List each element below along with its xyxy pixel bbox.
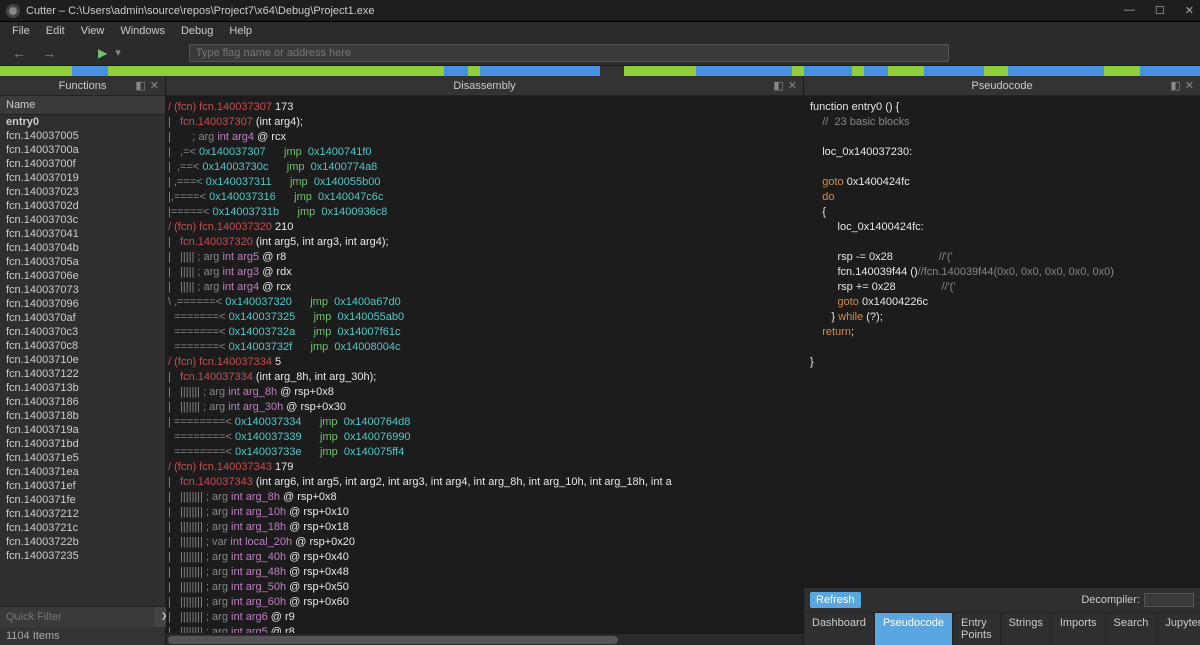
menu-help[interactable]: Help xyxy=(221,25,260,37)
menu-view[interactable]: View xyxy=(73,25,113,37)
detach-icon[interactable]: ◧ xyxy=(773,79,783,92)
function-list-item[interactable]: fcn.14003704b xyxy=(0,241,165,255)
tab-entry-points[interactable]: Entry Points xyxy=(953,613,1001,645)
decompiler-select[interactable] xyxy=(1144,593,1194,607)
navigation-strip[interactable] xyxy=(0,66,1200,76)
minimize-icon[interactable]: — xyxy=(1124,4,1135,17)
close-icon[interactable]: ✕ xyxy=(1185,4,1194,17)
functions-list[interactable]: entry0fcn.140037005fcn.14003700afcn.1400… xyxy=(0,115,165,606)
nav-segment[interactable] xyxy=(624,66,696,76)
disassembly-view[interactable]: / (fcn) fcn.140037307 173 | fcn.14003730… xyxy=(166,96,803,633)
nav-segment[interactable] xyxy=(696,66,792,76)
nav-segment[interactable] xyxy=(888,66,924,76)
function-list-item[interactable]: fcn.1400370c3 xyxy=(0,325,165,339)
function-list-item[interactable]: fcn.14003706e xyxy=(0,269,165,283)
function-list-item[interactable]: fcn.14003710e xyxy=(0,353,165,367)
nav-segment[interactable] xyxy=(1104,66,1140,76)
function-list-item[interactable]: fcn.14003718b xyxy=(0,409,165,423)
menu-file[interactable]: File xyxy=(4,25,38,37)
function-list-item[interactable]: fcn.140037212 xyxy=(0,507,165,521)
function-list-item[interactable]: fcn.1400371ea xyxy=(0,465,165,479)
function-list-item[interactable]: fcn.14003721c xyxy=(0,521,165,535)
function-list-item[interactable]: fcn.140037235 xyxy=(0,549,165,563)
nav-segment[interactable] xyxy=(924,66,984,76)
run-button[interactable]: ▶ xyxy=(98,46,107,60)
maximize-icon[interactable]: ☐ xyxy=(1155,4,1165,17)
nav-segment[interactable] xyxy=(444,66,468,76)
function-list-item[interactable]: fcn.14003702d xyxy=(0,199,165,213)
nav-segment[interactable] xyxy=(804,66,852,76)
tab-jupyter[interactable]: Jupyter xyxy=(1157,613,1200,645)
nav-segment[interactable] xyxy=(0,66,72,76)
detach-icon[interactable]: ◧ xyxy=(1170,79,1180,92)
pseudocode-panel-title: Pseudocode xyxy=(971,80,1032,92)
close-panel-icon[interactable]: ✕ xyxy=(1185,79,1194,92)
nav-segment[interactable] xyxy=(864,66,888,76)
nav-segment[interactable] xyxy=(600,66,624,76)
close-panel-icon[interactable]: ✕ xyxy=(788,79,797,92)
window-title: Cutter – C:\Users\admin\source\repos\Pro… xyxy=(26,5,375,17)
function-list-item[interactable]: fcn.140037122 xyxy=(0,367,165,381)
function-list-item[interactable]: fcn.140037041 xyxy=(0,227,165,241)
horizontal-scrollbar[interactable] xyxy=(166,633,803,645)
menu-edit[interactable]: Edit xyxy=(38,25,73,37)
function-list-item[interactable]: fcn.1400371ef xyxy=(0,479,165,493)
nav-segment[interactable] xyxy=(1140,66,1200,76)
functions-panel-title: Functions xyxy=(59,80,107,92)
back-button[interactable]: ← xyxy=(8,45,30,61)
nav-segment[interactable] xyxy=(984,66,1008,76)
function-list-item[interactable]: fcn.140037096 xyxy=(0,297,165,311)
bottom-tabs: DashboardPseudocodeEntry PointsStringsIm… xyxy=(804,613,1200,645)
nav-segment[interactable] xyxy=(468,66,480,76)
decompiler-label: Decompiler: xyxy=(1081,594,1140,606)
tab-pseudocode[interactable]: Pseudocode xyxy=(875,613,953,645)
nav-segment[interactable] xyxy=(852,66,864,76)
pseudocode-view[interactable]: function entry0 () { // 23 basic blocks … xyxy=(804,96,1200,587)
menu-windows[interactable]: Windows xyxy=(112,25,173,37)
close-panel-icon[interactable]: ✕ xyxy=(150,79,159,92)
function-list-item[interactable]: fcn.140037019 xyxy=(0,171,165,185)
refresh-button[interactable]: Refresh xyxy=(810,592,861,608)
function-list-item[interactable]: entry0 xyxy=(0,115,165,129)
function-list-item[interactable]: fcn.1400370c8 xyxy=(0,339,165,353)
nav-segment[interactable] xyxy=(1008,66,1104,76)
functions-count-status: 1104 Items xyxy=(0,627,165,645)
function-list-item[interactable]: fcn.140037023 xyxy=(0,185,165,199)
function-list-item[interactable]: fcn.1400371e5 xyxy=(0,451,165,465)
disassembly-panel-title: Disassembly xyxy=(453,80,515,92)
detach-icon[interactable]: ◧ xyxy=(135,79,145,92)
functions-name-column[interactable]: Name xyxy=(0,96,165,115)
function-list-item[interactable]: fcn.140037186 xyxy=(0,395,165,409)
nav-segment[interactable] xyxy=(72,66,108,76)
function-list-item[interactable]: fcn.14003705a xyxy=(0,255,165,269)
function-list-item[interactable]: fcn.1400371bd xyxy=(0,437,165,451)
menu-debug[interactable]: Debug xyxy=(173,25,221,37)
function-list-item[interactable]: fcn.14003703c xyxy=(0,213,165,227)
function-list-item[interactable]: fcn.14003700f xyxy=(0,157,165,171)
function-list-item[interactable]: fcn.140037005 xyxy=(0,129,165,143)
step-over-icon[interactable]: ▾ xyxy=(115,46,121,59)
function-list-item[interactable]: fcn.14003722b xyxy=(0,535,165,549)
function-list-item[interactable]: fcn.1400371fe xyxy=(0,493,165,507)
function-list-item[interactable]: fcn.14003713b xyxy=(0,381,165,395)
flag-search-input[interactable] xyxy=(189,44,949,62)
app-icon xyxy=(6,4,20,18)
nav-segment[interactable] xyxy=(792,66,804,76)
function-list-item[interactable]: fcn.14003700a xyxy=(0,143,165,157)
nav-segment[interactable] xyxy=(108,66,444,76)
menubar: FileEditViewWindowsDebugHelp xyxy=(0,22,1200,40)
function-list-item[interactable]: fcn.1400370af xyxy=(0,311,165,325)
function-list-item[interactable]: fcn.14003719a xyxy=(0,423,165,437)
quick-filter-input[interactable] xyxy=(0,607,154,627)
tab-search[interactable]: Search xyxy=(1106,613,1158,645)
tab-strings[interactable]: Strings xyxy=(1001,613,1052,645)
nav-segment[interactable] xyxy=(480,66,600,76)
forward-button[interactable]: → xyxy=(38,45,60,61)
tab-imports[interactable]: Imports xyxy=(1052,613,1106,645)
tab-dashboard[interactable]: Dashboard xyxy=(804,613,875,645)
function-list-item[interactable]: fcn.140037073 xyxy=(0,283,165,297)
